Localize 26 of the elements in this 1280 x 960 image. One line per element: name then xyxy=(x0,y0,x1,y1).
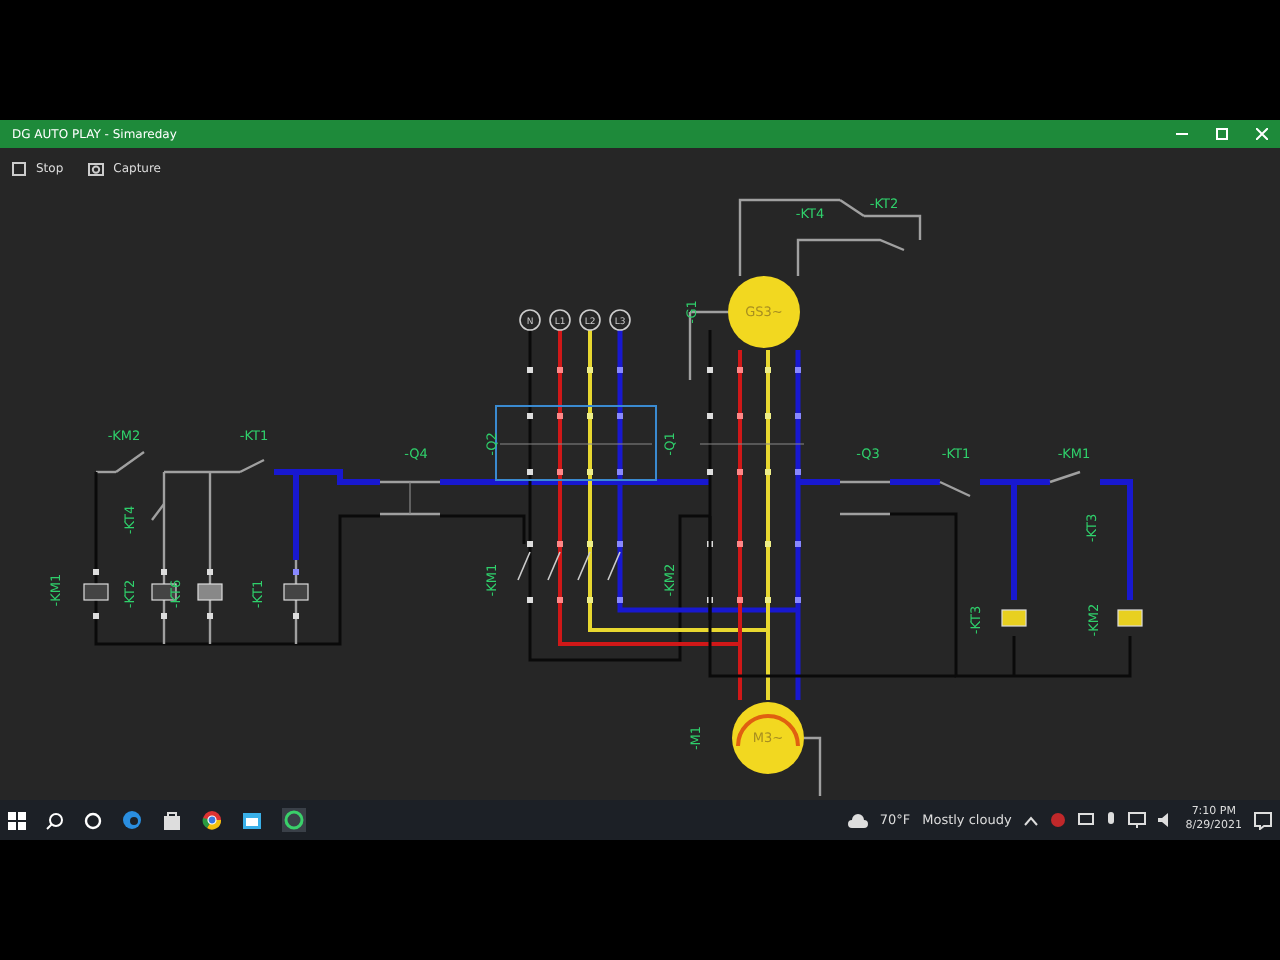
terminal-symbol xyxy=(579,309,601,331)
tray-app-icon[interactable] xyxy=(1049,812,1066,828)
search-icon[interactable] xyxy=(46,811,64,829)
chrome-icon[interactable] xyxy=(202,810,222,830)
start-icon[interactable] xyxy=(8,811,26,829)
bag-icon[interactable] xyxy=(162,810,182,830)
terminal-symbol xyxy=(549,309,571,331)
speaker-icon[interactable] xyxy=(1157,812,1174,828)
app-icon[interactable] xyxy=(282,808,306,832)
microphone-icon[interactable] xyxy=(1105,812,1116,828)
cloud-icon xyxy=(847,813,868,827)
close-icon[interactable] xyxy=(1256,128,1268,140)
window-icon[interactable] xyxy=(242,811,262,829)
terminal-symbol xyxy=(609,309,631,331)
minimize-icon[interactable] xyxy=(1176,128,1188,140)
motor-symbol xyxy=(732,702,804,774)
generator-symbol xyxy=(728,276,800,348)
maximize-icon[interactable] xyxy=(1216,128,1228,140)
circle-icon[interactable] xyxy=(84,811,102,829)
monitor-icon[interactable] xyxy=(1127,812,1146,828)
stop-icon xyxy=(12,161,26,175)
camera-icon xyxy=(87,161,104,175)
notification-icon[interactable] xyxy=(1254,811,1272,829)
browser-icon[interactable] xyxy=(122,810,142,830)
chevron-up-icon[interactable] xyxy=(1023,815,1038,825)
terminal-symbol xyxy=(519,309,541,331)
